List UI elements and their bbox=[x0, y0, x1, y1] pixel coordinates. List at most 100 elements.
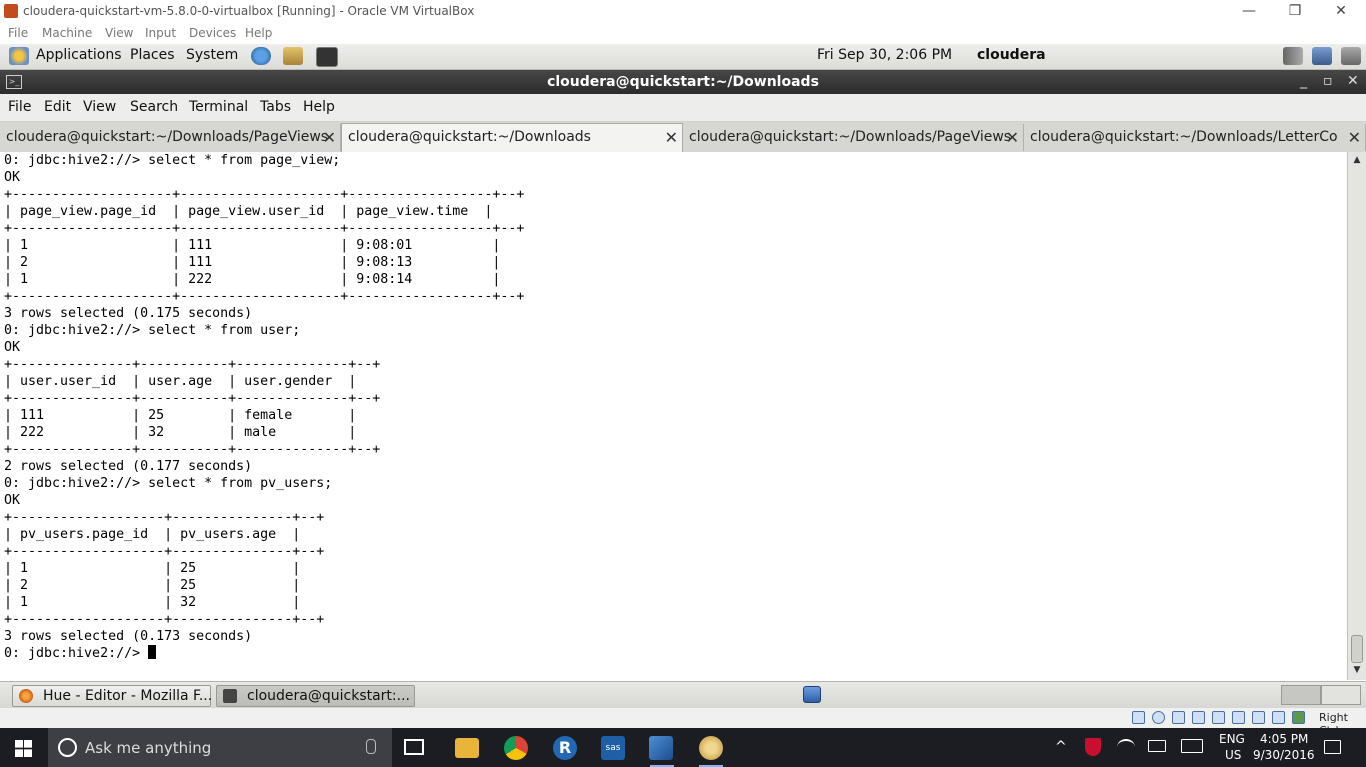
cortana-search-box[interactable]: Ask me anything bbox=[48, 728, 392, 767]
tab-close-icon[interactable]: ✕ bbox=[665, 124, 678, 151]
r-app-icon[interactable]: R bbox=[553, 736, 577, 760]
term-menu-edit[interactable]: Edit bbox=[44, 99, 71, 115]
windows-start-icon[interactable] bbox=[15, 740, 32, 757]
usb-icon[interactable] bbox=[1212, 711, 1225, 724]
text-cursor bbox=[148, 645, 157, 659]
task-view-icon[interactable] bbox=[404, 739, 424, 755]
console-line: +-------------------+---------------+--+ bbox=[4, 544, 325, 559]
vbox-menu-devices[interactable]: Devices bbox=[189, 26, 236, 40]
region-indicator[interactable]: US bbox=[1225, 748, 1241, 762]
scrollbar-thumb[interactable] bbox=[1351, 635, 1363, 663]
console-line: 0: jdbc:hive2://> select * from user; bbox=[4, 323, 301, 338]
battery-icon[interactable] bbox=[1148, 740, 1166, 752]
tab-label: cloudera@quickstart:~/Downloads bbox=[348, 129, 591, 145]
vbox-menu-view[interactable]: View bbox=[105, 26, 133, 40]
display-status-icon[interactable] bbox=[1252, 711, 1265, 724]
virtualbox-taskbar-icon[interactable] bbox=[649, 736, 673, 760]
workspace-1[interactable] bbox=[1281, 685, 1321, 705]
vbox-menu-input[interactable]: Input bbox=[145, 26, 176, 40]
vbox-menu-help[interactable]: Help bbox=[245, 26, 272, 40]
console-line: 0: jdbc:hive2://> select * from pv_users… bbox=[4, 476, 333, 491]
system-date[interactable]: 9/30/2016 bbox=[1253, 748, 1315, 762]
audio-icon[interactable] bbox=[1172, 711, 1185, 724]
workspace-2[interactable] bbox=[1321, 685, 1361, 705]
language-indicator[interactable]: ENG bbox=[1219, 732, 1245, 746]
console-prompt: 0: jdbc:hive2://> bbox=[4, 646, 149, 661]
terminal-minimize-button[interactable]: _ bbox=[1300, 73, 1307, 89]
web-browser-icon[interactable] bbox=[251, 47, 271, 65]
term-menu-tabs[interactable]: Tabs bbox=[260, 99, 291, 115]
sas-icon[interactable]: sas bbox=[601, 736, 625, 760]
network-adapter-icon[interactable] bbox=[1192, 711, 1205, 724]
workspace-switcher-icon[interactable] bbox=[803, 686, 821, 703]
vbox-menu-machine[interactable]: Machine bbox=[42, 26, 92, 40]
system-time[interactable]: 4:05 PM bbox=[1260, 732, 1308, 746]
action-center-icon[interactable] bbox=[1324, 740, 1341, 754]
optical-drive-icon[interactable] bbox=[1152, 711, 1165, 724]
chrome-icon[interactable] bbox=[504, 736, 528, 760]
task-label: cloudera@quickstart:... bbox=[247, 688, 410, 704]
terminal-scrollbar[interactable]: ▲ ▼ bbox=[1347, 152, 1366, 680]
places-menu[interactable]: Places bbox=[130, 47, 175, 63]
touch-keyboard-icon[interactable] bbox=[1181, 739, 1203, 753]
vbox-menu-file[interactable]: File bbox=[8, 26, 28, 40]
tab-close-icon[interactable]: ✕ bbox=[1348, 124, 1361, 151]
console-line: +-------------------+---------------+--+ bbox=[4, 510, 325, 525]
tab-downloads-active[interactable]: cloudera@quickstart:~/Downloads ✕ bbox=[341, 123, 683, 153]
terminal-console[interactable]: 0: jdbc:hive2://> select * from page_vie… bbox=[0, 152, 1347, 680]
tab-label: cloudera@quickstart:~/Downloads/PageView… bbox=[6, 129, 329, 145]
term-menu-file[interactable]: File bbox=[8, 99, 31, 115]
microphone-icon[interactable] bbox=[366, 739, 376, 754]
console-line: | 2 | 111 | 9:08:13 | bbox=[4, 255, 501, 270]
paint-icon[interactable] bbox=[699, 736, 723, 760]
cortana-icon bbox=[58, 738, 77, 757]
video-capture-icon[interactable] bbox=[1272, 711, 1285, 724]
panel-user[interactable]: cloudera bbox=[977, 47, 1046, 63]
task-firefox-hue[interactable]: Hue - Editor - Mozilla F... bbox=[12, 685, 212, 707]
scroll-up-arrow-icon[interactable]: ▲ bbox=[1351, 155, 1363, 167]
term-menu-search[interactable]: Search bbox=[130, 99, 178, 115]
term-menu-terminal[interactable]: Terminal bbox=[189, 99, 248, 115]
terminal-maximize-button[interactable]: ▫ bbox=[1323, 73, 1333, 89]
panel-clock[interactable]: Fri Sep 30, 2:06 PM bbox=[817, 47, 952, 63]
console-line: | pv_users.page_id | pv_users.age | bbox=[4, 527, 301, 542]
shared-folders-icon[interactable] bbox=[1232, 711, 1245, 724]
display-icon[interactable] bbox=[1341, 47, 1361, 65]
virtualbox-app-icon bbox=[4, 4, 18, 18]
terminal-menu-bar: File Edit View Search Terminal Tabs Help bbox=[0, 94, 1366, 122]
volume-icon[interactable] bbox=[1283, 47, 1303, 65]
file-explorer-icon[interactable] bbox=[455, 738, 479, 758]
applications-menu[interactable]: Applications bbox=[36, 47, 122, 63]
tab-close-icon[interactable]: ✕ bbox=[1006, 124, 1019, 151]
windows-taskbar: Ask me anything R sas ^ ENG US 4:05 PM 9… bbox=[0, 728, 1366, 767]
console-line: OK bbox=[4, 340, 21, 355]
network-icon[interactable] bbox=[1312, 47, 1332, 65]
mail-icon[interactable] bbox=[283, 47, 303, 65]
console-line: 0: jdbc:hive2://> select * from page_vie… bbox=[4, 153, 341, 168]
cpu-status-icon[interactable] bbox=[1292, 711, 1305, 724]
terminal-launcher-icon[interactable] bbox=[316, 47, 338, 67]
security-shield-icon[interactable] bbox=[1085, 738, 1101, 756]
tab-pageviews-2[interactable]: cloudera@quickstart:~/Downloads/PageView… bbox=[683, 124, 1024, 151]
scroll-down-arrow-icon[interactable]: ▼ bbox=[1351, 665, 1363, 677]
console-line: | 1 | 111 | 9:08:01 | bbox=[4, 238, 501, 253]
virtualbox-title-bar: cloudera-quickstart-vm-5.8.0-0-virtualbo… bbox=[0, 0, 1366, 23]
restore-button[interactable]: ❐ bbox=[1272, 0, 1318, 23]
console-prompt-line[interactable]: 0: jdbc:hive2://> bbox=[0, 645, 1347, 662]
console-line: +--------------------+------------------… bbox=[4, 187, 525, 202]
task-terminal[interactable]: cloudera@quickstart:... bbox=[216, 685, 415, 707]
close-button[interactable]: ✕ bbox=[1318, 0, 1364, 23]
term-menu-help[interactable]: Help bbox=[303, 99, 335, 115]
term-menu-view[interactable]: View bbox=[83, 99, 116, 115]
tab-lettercount[interactable]: cloudera@quickstart:~/Downloads/LetterCo… bbox=[1024, 124, 1366, 151]
tab-close-icon[interactable]: ✕ bbox=[323, 124, 336, 151]
show-hidden-icons-chevron-icon[interactable]: ^ bbox=[1055, 739, 1067, 755]
hard-disk-icon[interactable] bbox=[1132, 711, 1145, 724]
terminal-close-button[interactable]: ✕ bbox=[1347, 73, 1359, 89]
wifi-icon[interactable] bbox=[1117, 739, 1135, 755]
terminal-title-bar: >_ cloudera@quickstart:~/Downloads _ ▫ ✕ bbox=[0, 70, 1366, 94]
system-menu[interactable]: System bbox=[186, 47, 238, 63]
minimize-button[interactable]: — bbox=[1226, 0, 1272, 23]
tab-pageviews-1[interactable]: cloudera@quickstart:~/Downloads/PageView… bbox=[0, 124, 341, 151]
console-line: | 222 | 32 | male | bbox=[4, 425, 357, 440]
